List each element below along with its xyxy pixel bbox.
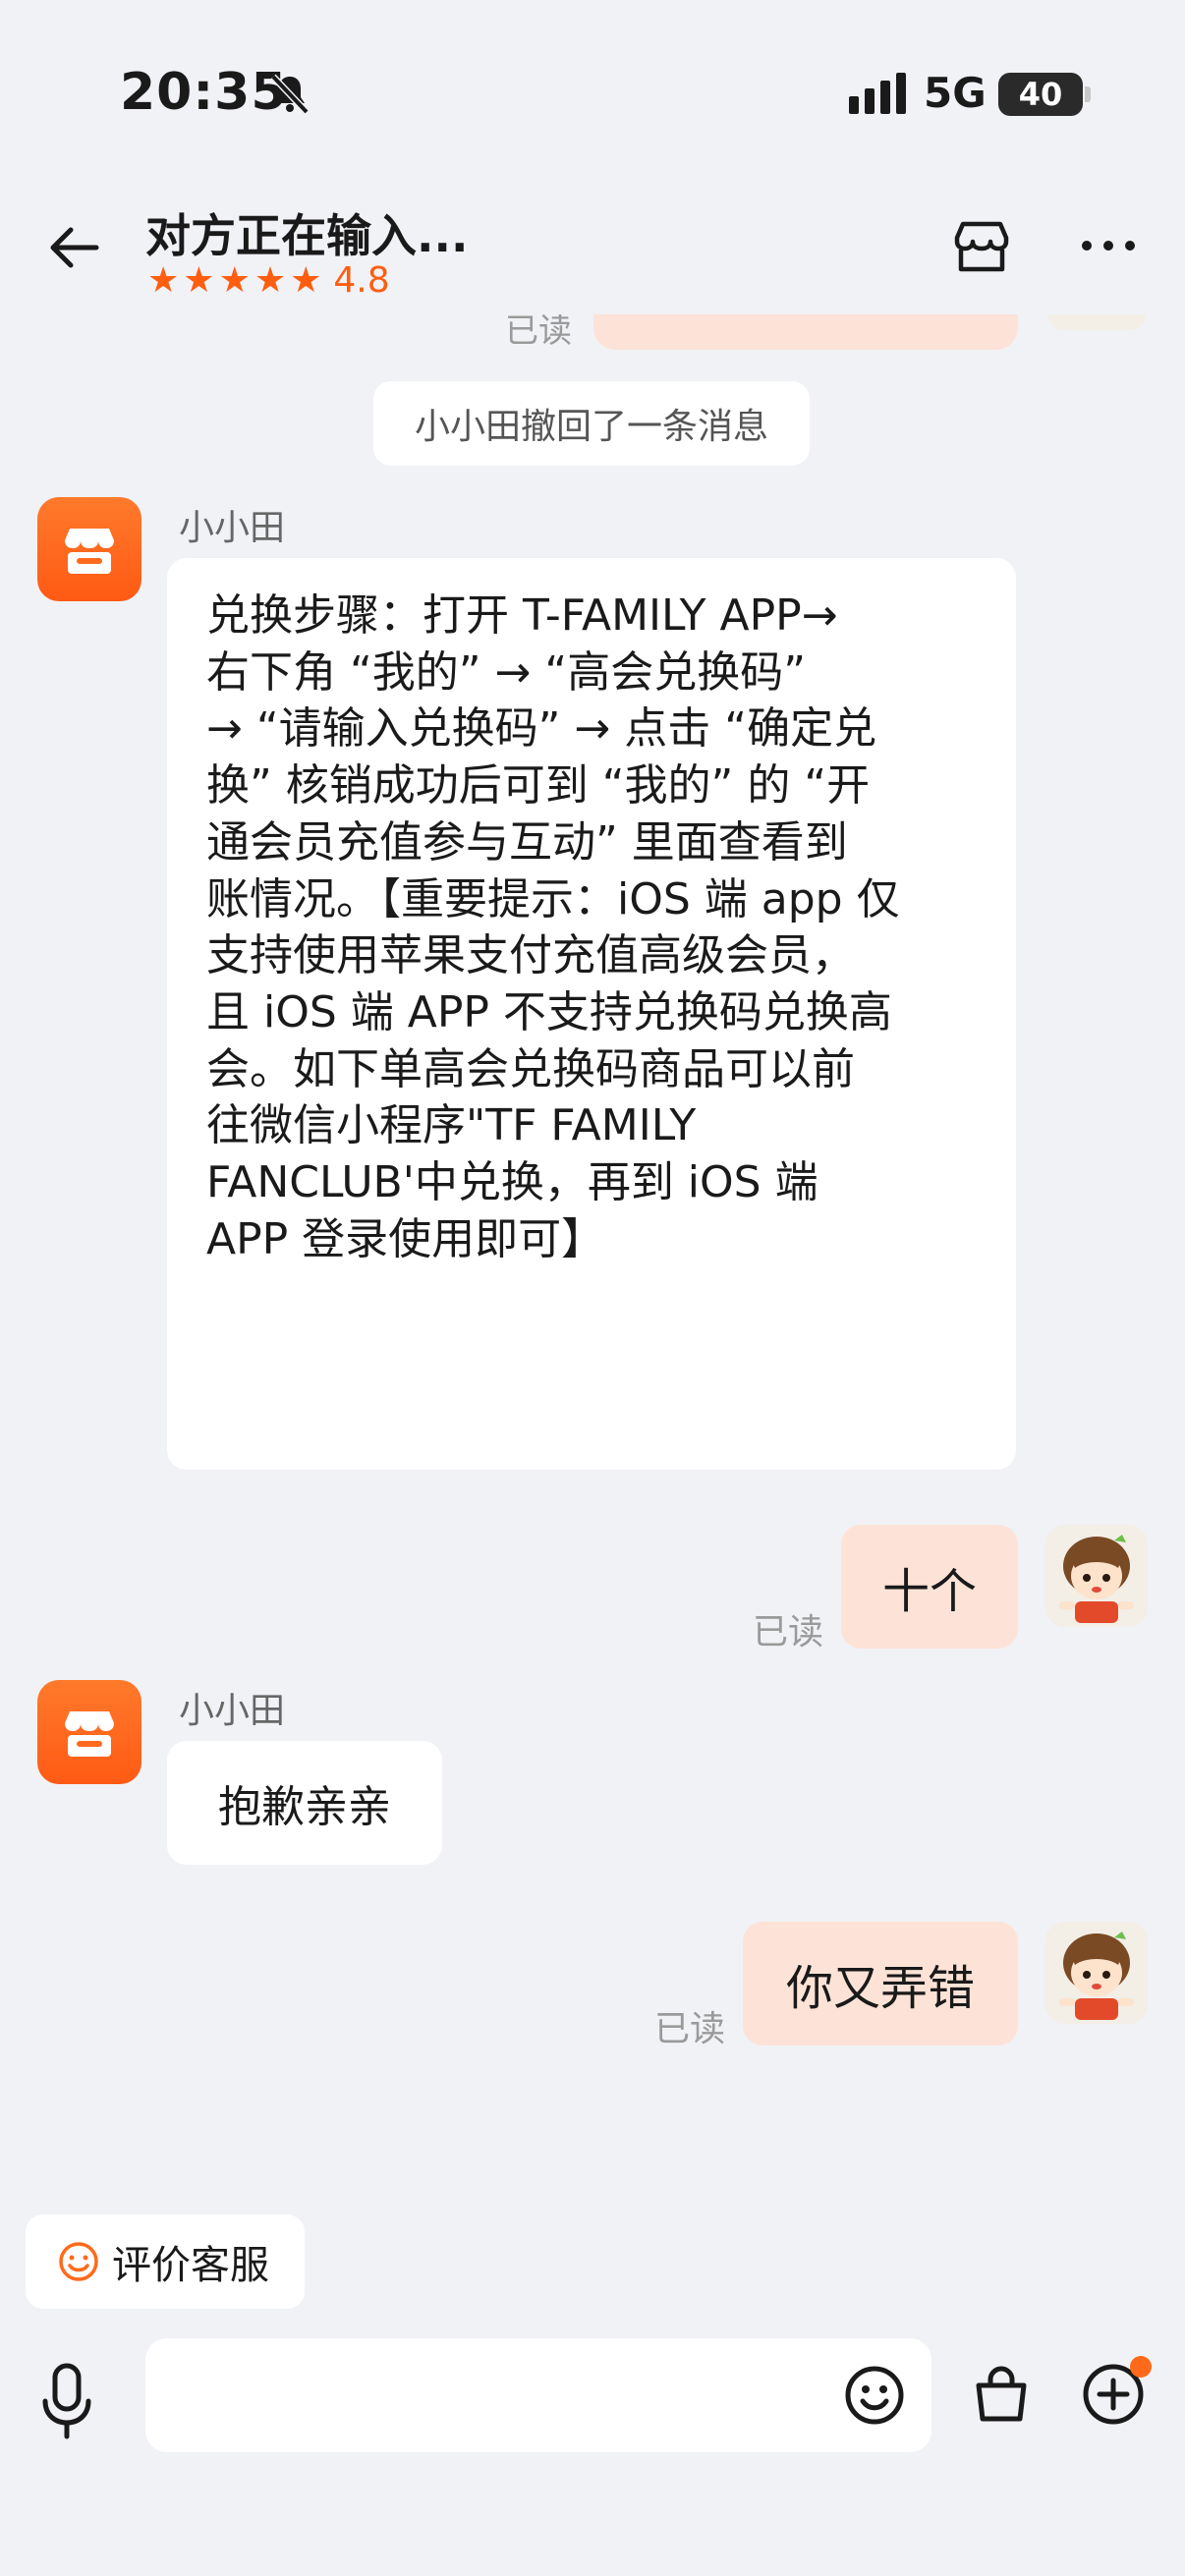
message-line: 且 iOS 端 APP 不支持兑换码兑换高 bbox=[206, 986, 892, 1037]
user-avatar[interactable] bbox=[1045, 1922, 1148, 2024]
recall-notice: 小小田撤回了一条消息 bbox=[373, 381, 810, 466]
shop-logo-icon bbox=[65, 529, 114, 574]
read-status: 已读 bbox=[654, 2009, 726, 2049]
cartoon-girl-avatar-icon bbox=[1045, 1922, 1148, 2024]
signal-icon bbox=[849, 73, 906, 114]
network-type: 5G bbox=[924, 69, 987, 117]
message-line: 右下角 “我的” → “高会兑换码” bbox=[206, 646, 807, 698]
message-line: FANCLUB'中兑换，再到 iOS 端 bbox=[206, 1157, 818, 1208]
shop-avatar[interactable] bbox=[37, 1680, 141, 1784]
rating-stars: ★ ★ ★ ★ ★ 4.8 bbox=[147, 261, 390, 301]
message-line: 往微信小程序"TF FAMILY bbox=[206, 1100, 697, 1151]
battery-level: 40 bbox=[1018, 76, 1063, 113]
cartoon-girl-avatar-icon bbox=[1045, 1525, 1148, 1627]
status-bar: 20:35 5G 40 bbox=[0, 0, 1185, 187]
status-time: 20:35 bbox=[120, 63, 288, 122]
battery-icon: 40 bbox=[998, 73, 1083, 116]
microphone-icon[interactable] bbox=[39, 2362, 94, 2440]
star-icon: ★ bbox=[290, 260, 322, 301]
star-icon: ★ bbox=[254, 260, 287, 301]
sender-name: 小小田 bbox=[179, 508, 286, 548]
message-line: 账情况。【重要提示：iOS 端 app 仅 bbox=[206, 873, 900, 924]
message-line: 支持使用苹果支付充值高级会员， bbox=[206, 930, 855, 981]
message-bubble-outgoing[interactable]: 你又弄错 bbox=[743, 1922, 1018, 2045]
star-icon: ★ bbox=[183, 260, 215, 301]
page-title: 对方正在输入... bbox=[145, 209, 469, 262]
message-line: 兑换步骤：打开 T-FAMILY APP→ bbox=[206, 590, 838, 641]
chat-header: 对方正在输入... ★ ★ ★ ★ ★ 4.8 bbox=[0, 187, 1185, 314]
smile-icon bbox=[59, 2242, 98, 2281]
read-status: 已读 bbox=[753, 1612, 824, 1652]
emoji-icon[interactable] bbox=[843, 2364, 906, 2427]
user-avatar[interactable] bbox=[1045, 1525, 1148, 1627]
rating-value: 4.8 bbox=[333, 260, 390, 301]
battery-cap bbox=[1085, 86, 1091, 102]
more-icon[interactable] bbox=[1077, 224, 1140, 267]
shopping-bag-icon[interactable] bbox=[969, 2362, 1034, 2427]
rate-service-label: 评价客服 bbox=[112, 2243, 269, 2288]
chat-area[interactable]: 已读 小小田撤回了一条消息 小小田 兑换步骤：打开 T-FAMILY APP→ … bbox=[0, 314, 1185, 2230]
back-arrow-icon[interactable] bbox=[43, 216, 106, 279]
message-line: 通会员充值参与互动” 里面查看到 bbox=[206, 816, 848, 868]
message-bubble-incoming[interactable]: 兑换步骤：打开 T-FAMILY APP→ 右下角 “我的” → “高会兑换码”… bbox=[167, 558, 1016, 1470]
message-line: 换” 核销成功后可到 “我的” 的 “开 bbox=[206, 760, 871, 812]
input-bar bbox=[0, 2328, 1185, 2576]
partial-message-bubble bbox=[593, 314, 1018, 350]
store-icon[interactable] bbox=[947, 212, 1016, 281]
sender-name: 小小田 bbox=[179, 1691, 286, 1731]
message-line: 会。如下单高会兑换码商品可以前 bbox=[206, 1043, 855, 1094]
bell-muted-icon bbox=[270, 74, 310, 115]
message-input[interactable] bbox=[145, 2338, 931, 2452]
read-status: 已读 bbox=[505, 311, 572, 351]
star-icon: ★ bbox=[218, 260, 251, 301]
rate-service-button[interactable]: 评价客服 bbox=[26, 2214, 305, 2309]
message-line: → “请输入兑换码” → 点击 “确定兑 bbox=[206, 703, 877, 755]
message-line: APP 登录使用即可】 bbox=[206, 1213, 605, 1264]
star-icon: ★ bbox=[147, 260, 180, 301]
message-bubble-outgoing[interactable]: 十个 bbox=[841, 1525, 1018, 1649]
shop-avatar[interactable] bbox=[37, 497, 141, 601]
notification-dot bbox=[1130, 2356, 1152, 2378]
shop-logo-icon bbox=[65, 1711, 114, 1757]
message-bubble-incoming[interactable]: 抱歉亲亲 bbox=[167, 1741, 442, 1865]
partial-user-avatar bbox=[1047, 314, 1146, 330]
